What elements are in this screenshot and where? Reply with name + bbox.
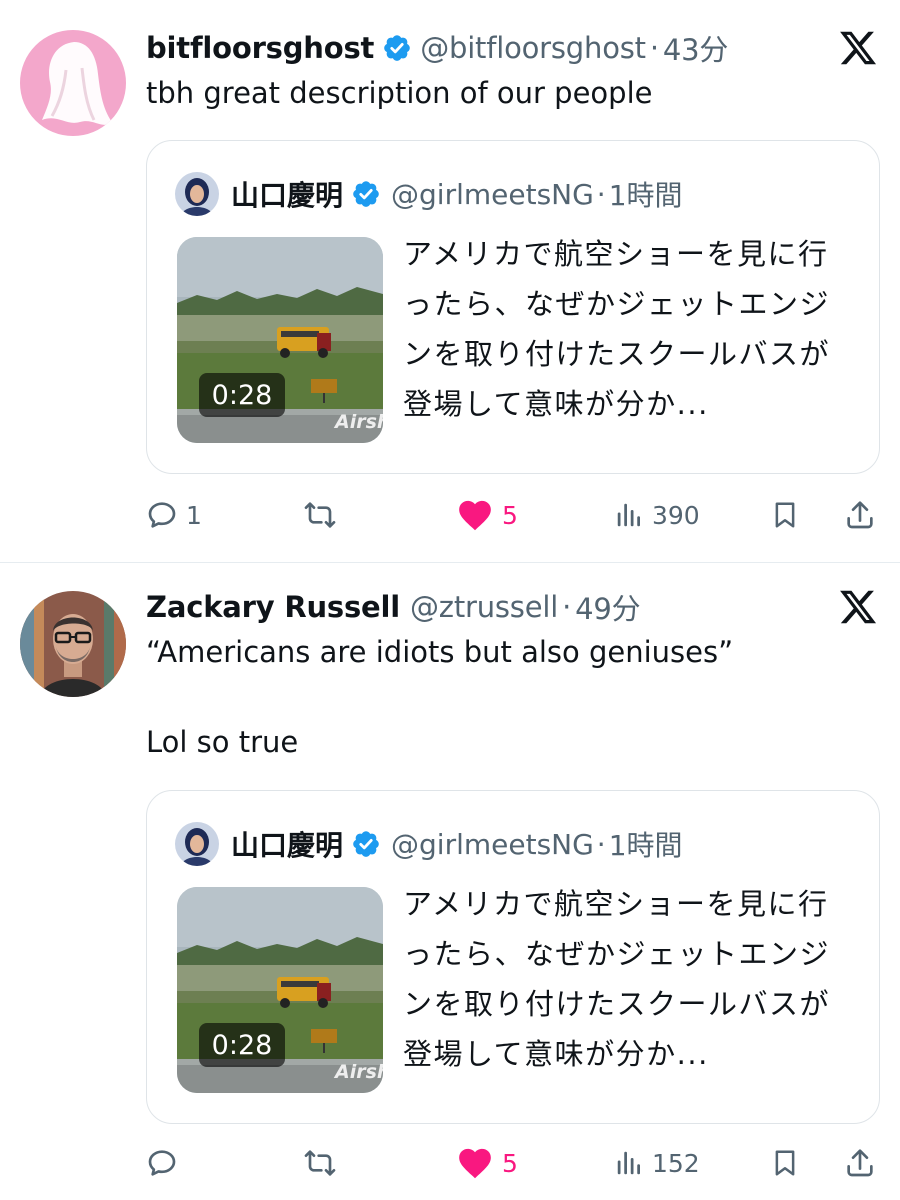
like-button[interactable]: 5 <box>456 1138 518 1188</box>
quoted-post-header: 山口慶明 @girlmeetsNG · 1時間 <box>175 819 683 869</box>
quoted-post[interactable]: 山口慶明 @girlmeetsNG · 1時間 Airsh 0:28 アメリカで… <box>146 790 880 1124</box>
verified-badge-icon <box>351 179 381 209</box>
quoted-post[interactable]: 山口慶明 @girlmeetsNG · 1時間 Airsh 0:28 アメリカで… <box>146 140 880 474</box>
avatar[interactable] <box>20 30 126 136</box>
quoted-author-name: 山口慶明 <box>231 829 344 862</box>
x-logo-icon <box>838 28 878 68</box>
avatar[interactable] <box>20 591 126 697</box>
video-duration: 0:28 <box>199 1023 285 1067</box>
verified-badge-icon <box>382 33 412 63</box>
share-icon <box>844 499 876 531</box>
post-header: bitfloorsghost @bitfloorsghost · 43分 <box>146 24 728 72</box>
separator: · <box>596 177 606 211</box>
post-text-line-1: “Americans are idiots but also geniuses” <box>146 635 734 669</box>
share-button[interactable] <box>844 490 876 540</box>
like-count: 5 <box>502 1148 518 1178</box>
like-icon <box>456 496 494 534</box>
like-button[interactable]: 5 <box>456 490 518 540</box>
author-name[interactable]: bitfloorsghost <box>146 31 374 65</box>
quoted-post-text: アメリカで航空ショーを見に行ったら、なぜかジェットエンジンを取り付けたスクールバ… <box>403 237 831 421</box>
timestamp[interactable]: 49分 <box>575 586 641 628</box>
bookmark-button[interactable] <box>770 1138 800 1188</box>
post-header: Zackary Russell @ztrussell · 49分 <box>146 583 641 631</box>
quoted-author-handle: @girlmeetsNG <box>391 827 594 861</box>
video-watermark: Airsh <box>335 411 383 433</box>
action-bar: 5 152 <box>0 1138 900 1188</box>
views-count: 152 <box>652 1148 700 1178</box>
like-count: 5 <box>502 500 518 530</box>
post-text: tbh great description of our people <box>146 76 653 110</box>
verified-badge-icon <box>351 829 381 859</box>
reply-button[interactable]: 1 <box>146 490 202 540</box>
quoted-post-header: 山口慶明 @girlmeetsNG · 1時間 <box>175 169 683 219</box>
video-watermark: Airsh <box>335 1061 383 1083</box>
views-button[interactable]: 152 <box>614 1138 700 1188</box>
author-handle[interactable]: @bitfloorsghost <box>420 31 646 65</box>
action-bar: 1 5 390 <box>0 490 900 540</box>
timestamp[interactable]: 43分 <box>663 27 729 69</box>
author-handle[interactable]: @ztrussell <box>410 590 558 624</box>
video-thumbnail[interactable]: Airsh 0:28 <box>177 887 383 1093</box>
share-icon <box>844 1147 876 1179</box>
reply-count: 1 <box>186 500 202 530</box>
views-icon <box>614 1148 644 1178</box>
post-1[interactable]: bitfloorsghost @bitfloorsghost · 43分 tbh… <box>0 0 900 562</box>
quoted-avatar <box>175 822 219 866</box>
quoted-timestamp: 1時間 <box>608 179 683 212</box>
repost-button[interactable] <box>302 1138 338 1188</box>
author-name[interactable]: Zackary Russell <box>146 590 400 624</box>
reply-icon <box>146 499 178 531</box>
quoted-timestamp: 1時間 <box>608 829 683 862</box>
post-text-line-2: Lol so true <box>146 725 299 759</box>
bookmark-icon <box>770 499 800 531</box>
views-button[interactable]: 390 <box>614 490 700 540</box>
reply-icon <box>146 1147 178 1179</box>
quoted-post-text: アメリカで航空ショーを見に行ったら、なぜかジェットエンジンを取り付けたスクールバ… <box>403 887 831 1071</box>
bookmark-button[interactable] <box>770 490 800 540</box>
repost-button[interactable] <box>302 490 338 540</box>
reply-button[interactable] <box>146 1138 186 1188</box>
bookmark-icon <box>770 1147 800 1179</box>
separator: · <box>596 827 606 861</box>
video-thumbnail[interactable]: Airsh 0:28 <box>177 237 383 443</box>
quoted-author-handle: @girlmeetsNG <box>391 177 594 211</box>
repost-icon <box>302 1147 338 1179</box>
separator: · <box>562 590 572 624</box>
views-count: 390 <box>652 500 700 530</box>
x-logo-icon <box>838 587 878 627</box>
post-2[interactable]: Zackary Russell @ztrussell · 49分 “Americ… <box>0 563 900 1200</box>
repost-icon <box>302 499 338 531</box>
views-icon <box>614 500 644 530</box>
video-duration: 0:28 <box>199 373 285 417</box>
separator: · <box>649 31 659 65</box>
like-icon <box>456 1144 494 1182</box>
quoted-author-name: 山口慶明 <box>231 179 344 212</box>
share-button[interactable] <box>844 1138 876 1188</box>
quoted-avatar <box>175 172 219 216</box>
